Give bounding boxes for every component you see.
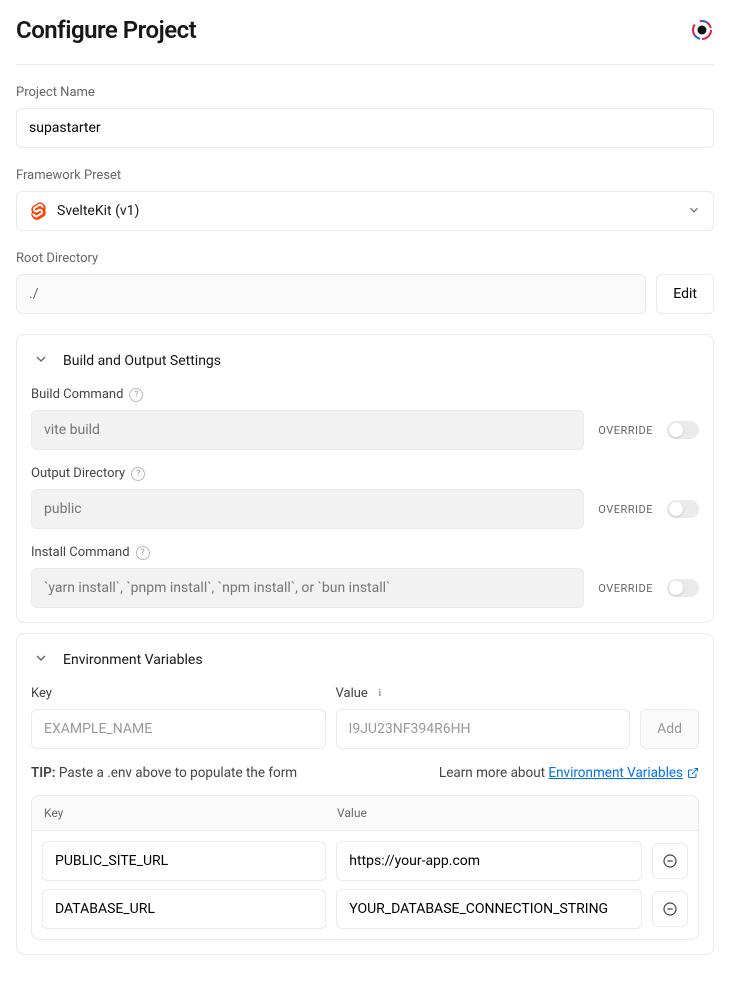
env-key-label: Key xyxy=(31,686,52,701)
chevron-down-icon xyxy=(33,351,49,371)
env-table-head-key: Key xyxy=(32,796,325,830)
help-icon[interactable]: ? xyxy=(131,467,145,481)
install-command-label: Install Command xyxy=(31,545,130,560)
remove-env-button[interactable] xyxy=(652,843,688,879)
build-settings-toggle[interactable]: Build and Output Settings xyxy=(17,335,713,387)
build-command-input xyxy=(31,410,584,450)
remove-env-button[interactable] xyxy=(652,891,688,927)
build-command-override-toggle[interactable] xyxy=(667,421,699,439)
output-directory-input xyxy=(31,489,584,529)
env-row-value-input[interactable] xyxy=(336,889,642,929)
framework-preset-value: SvelteKit (v1) xyxy=(57,203,677,219)
env-value-label: Value xyxy=(336,686,368,701)
env-table-row xyxy=(42,889,688,929)
chevron-down-icon xyxy=(33,650,49,670)
external-link-icon xyxy=(687,767,699,779)
project-name-label: Project Name xyxy=(16,85,714,100)
env-table-head-value: Value xyxy=(325,796,698,830)
env-value-input[interactable] xyxy=(336,709,631,749)
framework-preset-select[interactable]: SvelteKit (v1) xyxy=(16,191,714,231)
env-row-key-input[interactable] xyxy=(42,889,326,929)
output-directory-label: Output Directory xyxy=(31,466,125,481)
help-icon[interactable]: ? xyxy=(136,546,150,560)
build-command-label: Build Command xyxy=(31,387,123,402)
override-label: OVERRIDE xyxy=(598,503,653,516)
page-title: Configure Project xyxy=(16,16,196,44)
env-tip-text: TIP: Paste a .env above to populate the … xyxy=(31,765,297,781)
project-name-input[interactable] xyxy=(16,108,714,148)
override-label: OVERRIDE xyxy=(598,424,653,437)
learn-more-text: Learn more about Environment Variables xyxy=(439,765,699,781)
help-icon[interactable]: ? xyxy=(129,388,143,402)
root-directory-label: Root Directory xyxy=(16,251,714,266)
install-command-override-toggle[interactable] xyxy=(667,579,699,597)
chevron-down-icon xyxy=(687,202,701,221)
remove-icon xyxy=(662,901,678,917)
root-directory-input xyxy=(16,274,646,314)
env-docs-link[interactable]: Environment Variables xyxy=(548,765,699,781)
add-env-button[interactable]: Add xyxy=(640,709,699,749)
env-row-value-input[interactable] xyxy=(336,841,642,881)
framework-preset-label: Framework Preset xyxy=(16,168,714,183)
install-command-input xyxy=(31,568,584,608)
env-key-input[interactable] xyxy=(31,709,326,749)
env-variables-toggle[interactable]: Environment Variables xyxy=(17,634,713,686)
info-icon[interactable]: i xyxy=(374,688,386,700)
override-label: OVERRIDE xyxy=(598,582,653,595)
output-directory-override-toggle[interactable] xyxy=(667,500,699,518)
env-variables-title: Environment Variables xyxy=(63,652,203,668)
remove-icon xyxy=(662,853,678,869)
build-settings-title: Build and Output Settings xyxy=(63,353,221,369)
sveltekit-icon xyxy=(29,202,47,220)
edit-root-directory-button[interactable]: Edit xyxy=(656,274,714,314)
env-table-row xyxy=(42,841,688,881)
app-logo-icon xyxy=(690,18,714,42)
env-row-key-input[interactable] xyxy=(42,841,326,881)
